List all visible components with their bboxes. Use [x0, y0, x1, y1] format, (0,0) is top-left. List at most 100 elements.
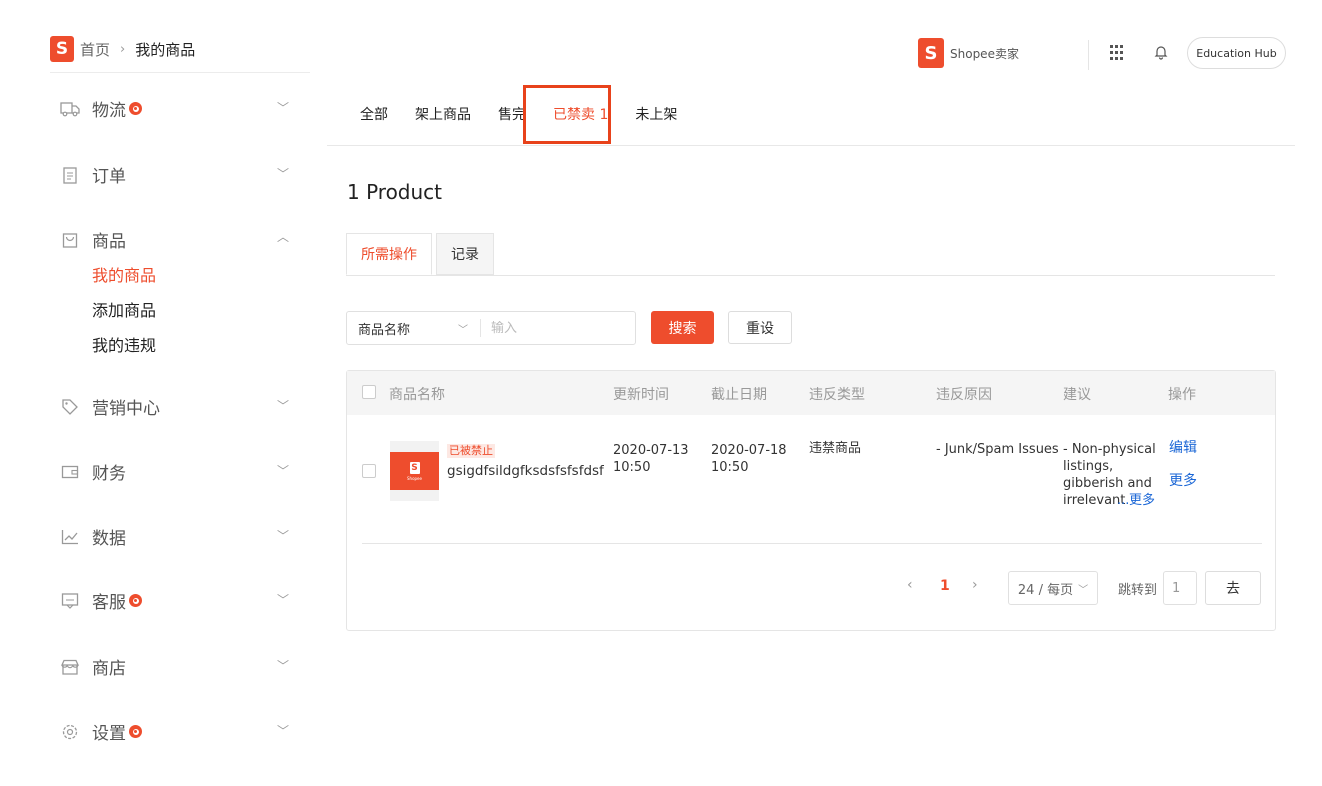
prev-page-icon[interactable]: ‹: [907, 577, 913, 593]
column-header: 商品名称: [389, 387, 445, 403]
chevron-down-icon[interactable]: ﹀: [277, 657, 289, 674]
search-field-select[interactable]: 商品名称 ﹀: [347, 319, 481, 338]
breadcrumb-separator-icon: ›: [120, 41, 126, 57]
more-actions-link[interactable]: 更多: [1169, 473, 1197, 490]
truck-icon: [60, 99, 80, 119]
column-header: 违反原因: [936, 387, 992, 403]
wallet-icon: [60, 462, 80, 482]
updated-time: 10:50: [613, 460, 651, 475]
clipboard-icon: [60, 165, 80, 185]
sub-tabs-divider: [346, 275, 1275, 276]
action-tabs: 所需操作 记录: [346, 233, 498, 275]
education-hub-button[interactable]: Education Hub: [1187, 37, 1286, 69]
sidebar-item-settings[interactable]: 设置: [60, 719, 142, 744]
store-icon: [60, 657, 80, 677]
sidebar-item-label: 商店: [92, 659, 126, 679]
sidebar-item-label: 设置: [92, 724, 126, 744]
column-header: 操作: [1168, 387, 1196, 403]
chevron-down-icon: ﹀: [458, 324, 468, 336]
brand-text: Shopee卖家: [950, 46, 1019, 61]
sidebar-item-label: 商品: [92, 232, 126, 252]
product-thumbnail[interactable]: S Shopee: [390, 441, 439, 501]
sidebar-subitem-my-products[interactable]: 我的商品: [92, 262, 156, 286]
tabs-divider: [327, 145, 1295, 146]
updated-date: 2020-07-13: [613, 443, 689, 458]
search-button[interactable]: 搜索: [651, 311, 714, 344]
tab-unlisted[interactable]: 未上架: [635, 104, 677, 124]
sidebar-subitem-add-product[interactable]: 添加商品: [92, 297, 156, 321]
header-divider: [1088, 40, 1089, 70]
column-header: 更新时间: [613, 387, 669, 403]
go-button[interactable]: 去: [1205, 571, 1261, 605]
sidebar-item-finance[interactable]: 财务: [60, 459, 126, 484]
sidebar-item-label: 物流: [92, 101, 126, 121]
product-table: 商品名称 更新时间 截止日期 违反类型 违反原因 建议 操作 S Shopee …: [346, 370, 1276, 631]
table-divider: [362, 543, 1262, 544]
gear-icon: [60, 722, 80, 742]
sidebar-item-label: 订单: [92, 167, 126, 187]
chevron-down-icon[interactable]: ﹀: [277, 462, 289, 479]
shopee-bag-icon: S: [918, 38, 944, 68]
suggestion-more-link[interactable]: 更多: [1129, 492, 1155, 509]
edit-link[interactable]: 编辑: [1169, 440, 1197, 457]
deadline-time: 10:50: [711, 460, 749, 475]
breadcrumb-current: 我的商品: [135, 40, 196, 59]
sidebar-item-logistics[interactable]: 物流: [60, 96, 142, 121]
tab-history[interactable]: 记录: [436, 233, 494, 275]
tag-icon: [60, 397, 80, 417]
chevron-down-icon[interactable]: ﹀: [277, 591, 289, 608]
tab-sold-out[interactable]: 售完: [498, 104, 526, 124]
active-tab-highlight: [523, 85, 611, 144]
notification-dot: [129, 725, 142, 738]
notification-dot: [129, 594, 142, 607]
product-name[interactable]: gsigdfsildgfksdsfsfsfdsf: [447, 463, 604, 480]
column-header: 建议: [1063, 387, 1091, 403]
tab-live[interactable]: 架上商品: [415, 104, 471, 124]
reset-button[interactable]: 重设: [728, 311, 792, 344]
sidebar-item-orders[interactable]: 订单: [60, 162, 126, 187]
chevron-down-icon[interactable]: ﹀: [277, 527, 289, 544]
sidebar-item-label: 客服: [92, 593, 126, 613]
chevron-down-icon[interactable]: ﹀: [277, 99, 289, 116]
violation-reason: - Junk/Spam Issues: [936, 442, 1059, 457]
next-page-icon[interactable]: ›: [972, 577, 978, 593]
suggestion-line: - Non-physical: [1063, 442, 1156, 457]
sidebar-item-products[interactable]: 商品: [60, 227, 126, 252]
sidebar-item-marketing[interactable]: 营销中心: [60, 394, 160, 419]
per-page-select[interactable]: 24 / 每页 ﹀: [1008, 571, 1098, 605]
deadline-date: 2020-07-18: [711, 443, 787, 458]
breadcrumb-home-link[interactable]: 首页: [80, 39, 110, 60]
tab-all[interactable]: 全部: [360, 104, 388, 124]
chevron-down-icon[interactable]: ﹀: [277, 165, 289, 182]
chevron-down-icon[interactable]: ﹀: [277, 722, 289, 739]
product-count: 1 Product: [347, 180, 443, 204]
tab-action-required[interactable]: 所需操作: [346, 233, 432, 275]
column-header: 截止日期: [711, 387, 767, 403]
sidebar-item-shop[interactable]: 商店: [60, 654, 126, 679]
shopee-logo-icon[interactable]: S: [50, 36, 74, 62]
page-number-current[interactable]: 1: [940, 578, 950, 594]
sidebar-item-label: 数据: [92, 529, 126, 549]
breadcrumb-divider: [50, 72, 310, 73]
chevron-up-icon[interactable]: ︿: [277, 228, 289, 245]
jump-label: 跳转到: [1118, 583, 1158, 598]
brand-logo[interactable]: S Shopee卖家: [918, 38, 1019, 68]
thumbnail-text: Shopee: [407, 475, 422, 481]
sidebar-item-customer-service[interactable]: 客服: [60, 588, 142, 613]
sidebar-item-label: 财务: [92, 464, 126, 484]
search-input[interactable]: [481, 320, 631, 336]
sidebar-item-label: 营销中心: [92, 399, 160, 419]
apps-grid-icon[interactable]: [1110, 45, 1126, 61]
suggestion-line: gibberish and: [1063, 476, 1152, 491]
bell-icon[interactable]: [1154, 44, 1168, 64]
violation-type: 违禁商品: [809, 441, 862, 456]
sidebar-item-data[interactable]: 数据: [60, 524, 126, 549]
status-badge: 已被禁止: [447, 444, 495, 458]
chevron-down-icon[interactable]: ﹀: [277, 397, 289, 414]
jump-page-input[interactable]: 1: [1163, 571, 1197, 605]
column-header: 违反类型: [809, 387, 865, 403]
select-all-checkbox[interactable]: [362, 385, 376, 399]
table-header: 商品名称 更新时间 截止日期 违反类型 违反原因 建议 操作: [347, 371, 1275, 415]
row-checkbox[interactable]: [362, 464, 376, 478]
sidebar-subitem-my-violations[interactable]: 我的违规: [92, 332, 156, 356]
